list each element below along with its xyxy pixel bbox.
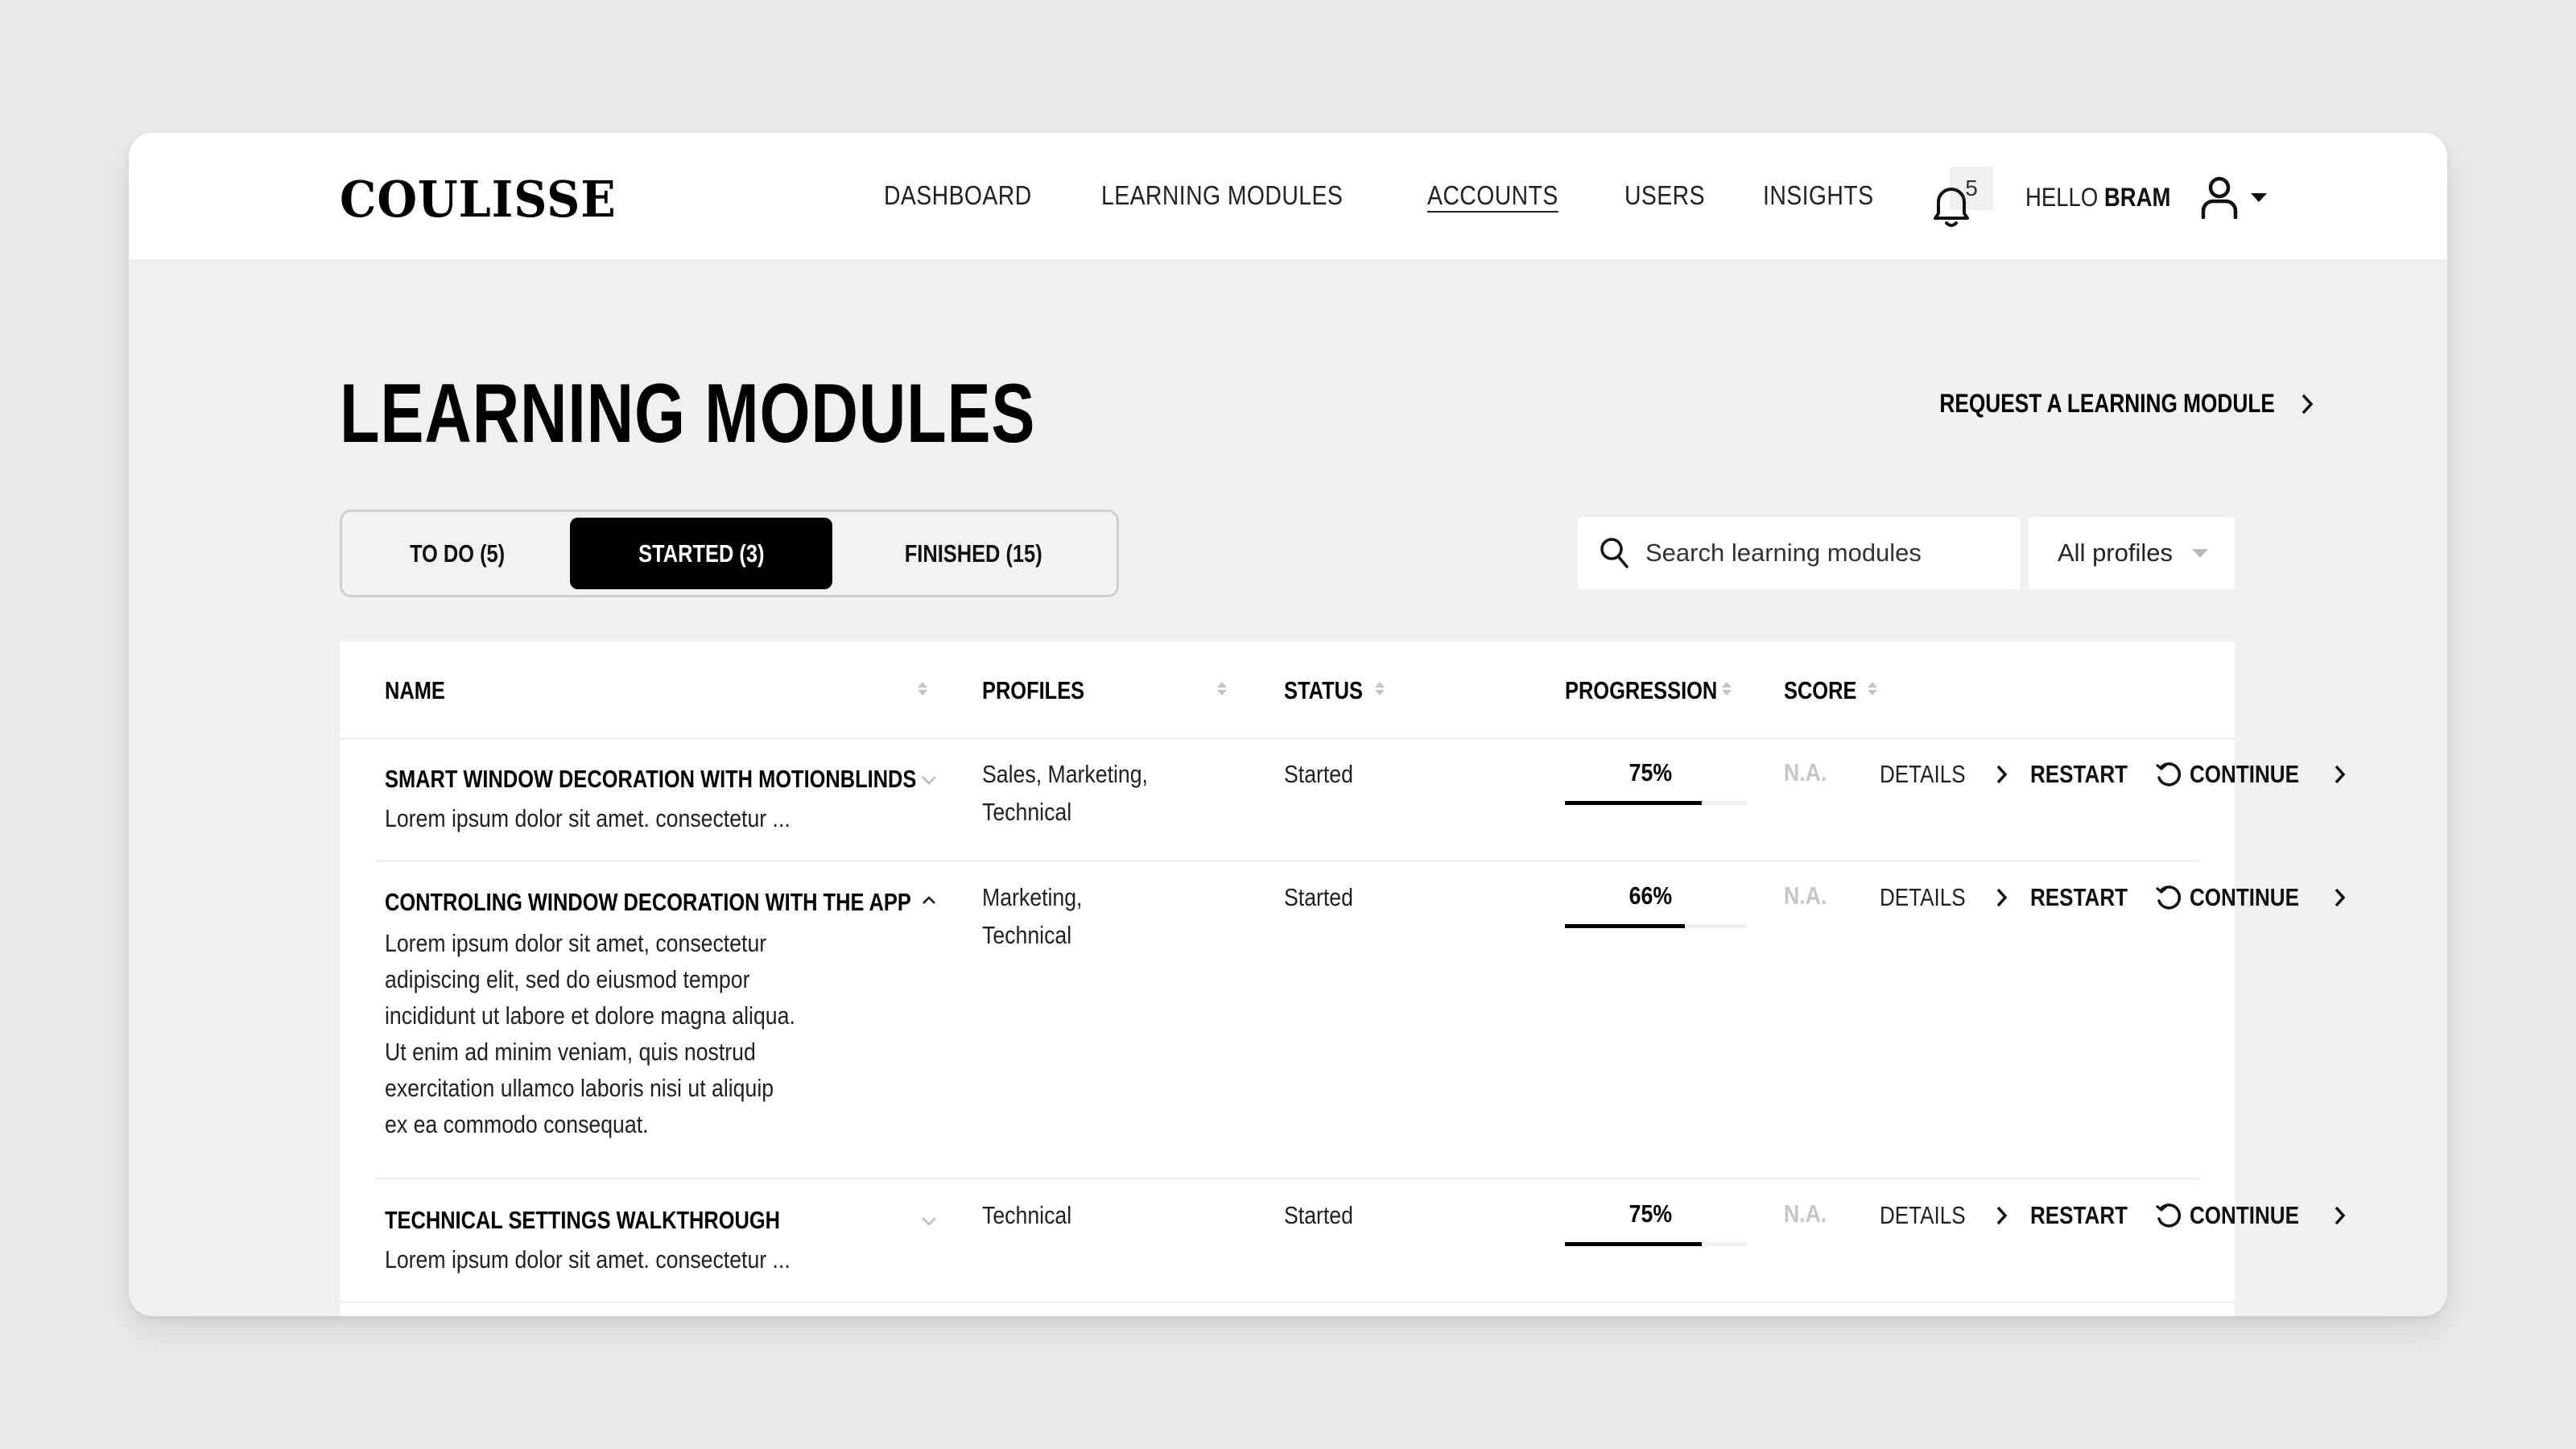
tab-started-label: STARTED (3) <box>638 539 765 568</box>
module-description: Lorem ipsum dolor sit amet. consectetur … <box>385 1245 791 1274</box>
module-score: N.A. <box>1784 881 1827 910</box>
greeting: HELLO BRAM <box>2025 183 2170 213</box>
sort-progression-icon[interactable] <box>1722 682 1732 696</box>
search-box[interactable] <box>1578 517 2021 589</box>
column-header-profiles[interactable]: PROFILES <box>982 642 1107 739</box>
column-header-status-label: STATUS <box>1284 675 1363 704</box>
top-navigation-bar: COULISSE DASHBOARD LEARNING MODULES ACCO… <box>129 133 2447 259</box>
column-header-score[interactable]: SCORE <box>1784 642 1872 739</box>
chevron-right-icon <box>2334 888 2346 907</box>
tab-started[interactable]: STARTED (3) <box>570 518 832 589</box>
column-header-name[interactable]: NAME <box>385 642 458 739</box>
module-description: Lorem ipsum dolor sit amet. consectetur … <box>385 804 791 832</box>
user-menu-caret-icon[interactable] <box>2250 192 2267 202</box>
main-nav: DASHBOARD LEARNING MODULES ACCOUNTS USER… <box>884 176 1892 215</box>
continue-button[interactable]: CONTINUE <box>2190 1201 2346 1230</box>
column-header-progression-label: PROGRESSION <box>1565 675 1718 704</box>
continue-button[interactable]: CONTINUE <box>2190 760 2346 789</box>
tab-to-do-label: TO DO (5) <box>409 539 506 568</box>
table-row: SMART WINDOW DECORATION WITH MOTIONBLIND… <box>340 739 2346 862</box>
status-tabs: TO DO (5) STARTED (3) FINISHED (15) <box>340 510 1119 597</box>
chevron-right-icon <box>1996 1206 2008 1225</box>
chevron-down-icon[interactable] <box>921 774 937 786</box>
restart-button[interactable]: RESTART <box>2030 760 2183 789</box>
module-profiles: Technical <box>982 1201 1072 1229</box>
page-title: LEARNING MODULES <box>340 367 1036 460</box>
notifications-button[interactable]: 5 <box>1924 157 1993 237</box>
progress-bar <box>1565 801 1747 805</box>
request-learning-module-link[interactable]: REQUEST A LEARNING MODULE <box>1866 389 2314 419</box>
learning-modules-table: NAME PROFILES STATUS PROGRESSION SCORE S… <box>340 642 2346 1316</box>
chevron-right-icon <box>2301 394 2314 414</box>
user-icon[interactable] <box>2199 175 2240 219</box>
table-row: CONTROLING WINDOW DECORATION WITH THE AP… <box>340 862 2346 1180</box>
module-status: Started <box>1284 883 1353 911</box>
continue-button[interactable]: CONTINUE <box>2190 883 2346 912</box>
nav-users[interactable]: USERS <box>1624 176 1705 215</box>
details-button[interactable]: DETAILS <box>1880 1201 2008 1230</box>
chevron-right-icon <box>1996 888 2008 907</box>
nav-insights[interactable]: INSIGHTS <box>1763 176 1873 215</box>
sort-name-icon[interactable] <box>918 682 927 696</box>
progress-percent: 66% <box>1629 881 1672 910</box>
nav-learning-modules[interactable]: LEARNING MODULES <box>1101 176 1343 215</box>
progress-bar <box>1565 1242 1747 1246</box>
restart-icon <box>2156 762 2182 786</box>
user-area: 5 HELLO BRAM <box>1924 157 2267 237</box>
module-profiles: Marketing, Technical <box>982 883 1083 949</box>
app-window: COULISSE DASHBOARD LEARNING MODULES ACCO… <box>129 133 2447 1316</box>
restart-icon <box>2156 1203 2182 1228</box>
module-name[interactable]: TECHNICAL SETTINGS WALKTHROUGH <box>385 1206 867 1235</box>
sort-score-icon[interactable] <box>1868 682 1877 696</box>
chevron-right-icon <box>1996 765 2008 784</box>
restart-button[interactable]: RESTART <box>2030 883 2183 912</box>
module-status: Started <box>1284 760 1353 788</box>
tab-finished-label: FINISHED (15) <box>904 539 1042 568</box>
progress-percent: 75% <box>1629 758 1672 786</box>
tab-to-do[interactable]: TO DO (5) <box>350 518 564 589</box>
coulisse-logo[interactable]: COULISSE <box>340 170 617 229</box>
progress-bar-fill <box>1565 924 1686 928</box>
module-profiles: Sales, Marketing, Technical <box>982 760 1148 826</box>
chevron-right-icon <box>2334 765 2346 784</box>
details-button[interactable]: DETAILS <box>1880 883 2008 912</box>
column-header-name-label: NAME <box>385 675 445 704</box>
sort-profiles-icon[interactable] <box>1217 682 1227 696</box>
chevron-down-icon[interactable] <box>921 1216 937 1227</box>
nav-dashboard[interactable]: DASHBOARD <box>884 176 1032 215</box>
table-row: TECHNICAL SETTINGS WALKTHROUGH Lorem ips… <box>340 1180 2346 1303</box>
tab-finished[interactable]: FINISHED (15) <box>832 518 1114 589</box>
details-button[interactable]: DETAILS <box>1880 760 2008 789</box>
nav-accounts[interactable]: ACCOUNTS <box>1427 176 1558 215</box>
progress-bar <box>1565 924 1747 928</box>
restart-button[interactable]: RESTART <box>2030 1201 2183 1230</box>
progress-bar-fill <box>1565 801 1702 805</box>
search-input[interactable] <box>1645 539 2016 568</box>
module-score: N.A. <box>1784 1199 1827 1228</box>
progress-bar-fill <box>1565 1242 1702 1246</box>
chevron-up-icon[interactable] <box>921 894 937 906</box>
column-header-profiles-label: PROFILES <box>982 675 1085 704</box>
greeting-text: HELLO <box>2025 182 2099 212</box>
search-icon <box>1600 538 1629 568</box>
sort-status-icon[interactable] <box>1375 682 1385 696</box>
chevron-right-icon <box>2334 1206 2346 1225</box>
module-status: Started <box>1284 1201 1353 1229</box>
profile-filter-select[interactable]: All profiles <box>2029 517 2235 589</box>
row-divider <box>340 1301 2235 1303</box>
column-header-status[interactable]: STATUS <box>1284 642 1380 739</box>
profile-filter-value: All profiles <box>2058 539 2173 567</box>
dropdown-arrow-icon <box>2192 548 2208 558</box>
bell-icon <box>1934 188 1969 227</box>
progress-percent: 75% <box>1629 1199 1672 1228</box>
restart-icon <box>2156 886 2182 910</box>
column-header-score-label: SCORE <box>1784 675 1857 704</box>
user-name: BRAM <box>2103 182 2171 212</box>
module-description: Lorem ipsum dolor sit amet, consectetur … <box>385 929 795 1138</box>
request-link-label: REQUEST A LEARNING MODULE <box>1939 389 2275 418</box>
module-score: N.A. <box>1784 758 1827 786</box>
